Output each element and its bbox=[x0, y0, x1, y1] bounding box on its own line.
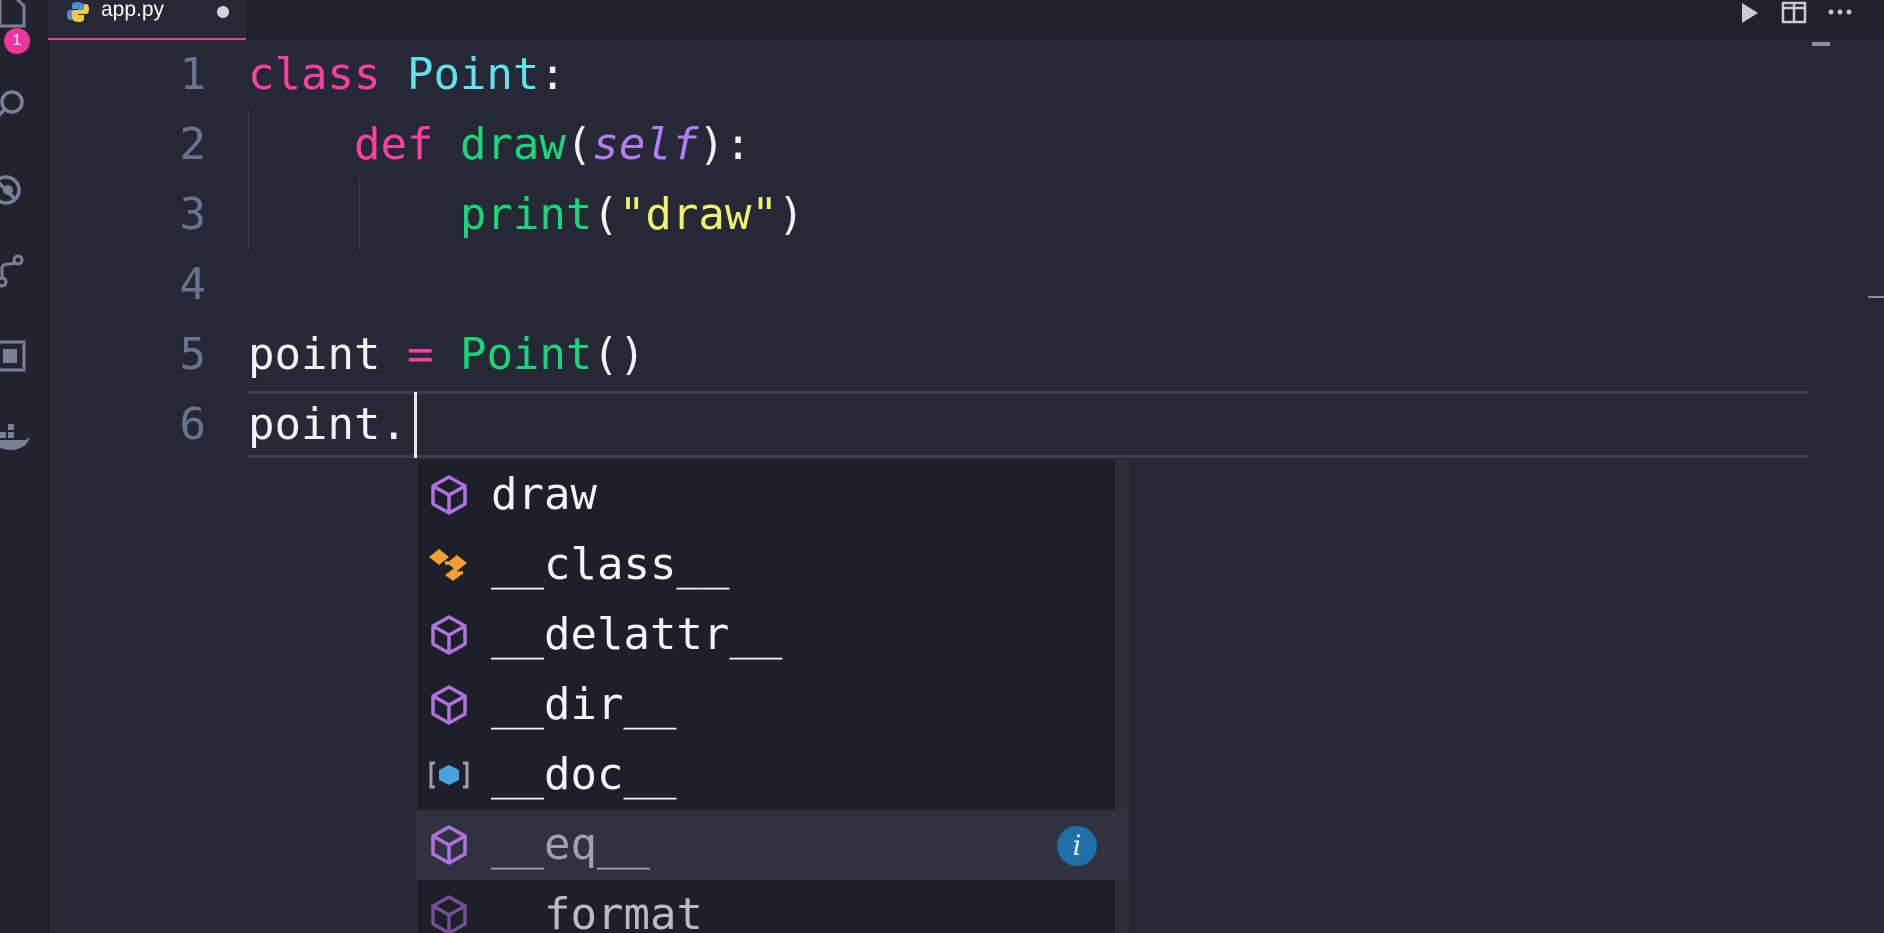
suggestion-item[interactable]: __format__ bbox=[417, 880, 1115, 933]
class-icon bbox=[427, 543, 471, 587]
search-icon[interactable] bbox=[0, 84, 32, 124]
method-icon bbox=[427, 613, 471, 657]
code-token: def bbox=[353, 119, 434, 170]
code-token: draw bbox=[459, 119, 566, 170]
more-icon[interactable] bbox=[1825, 0, 1855, 26]
line-number: 6 bbox=[179, 399, 207, 450]
code-token: ( bbox=[592, 189, 619, 240]
suggestion-label: __doc__ bbox=[491, 749, 677, 800]
debug-icon[interactable] bbox=[0, 170, 28, 210]
suggestion-label: __delattr__ bbox=[491, 609, 783, 660]
line-number: 2 bbox=[179, 119, 207, 170]
code-token: () bbox=[592, 329, 646, 380]
current-line-highlight bbox=[248, 391, 1808, 458]
code-line[interactable]: point. bbox=[248, 390, 407, 460]
line-number: 4 bbox=[179, 259, 207, 310]
variable-icon bbox=[427, 753, 471, 797]
code-token: ) bbox=[777, 189, 805, 240]
suggestion-item[interactable]: __class__ bbox=[417, 530, 1115, 600]
source-control-icon[interactable] bbox=[0, 252, 32, 292]
docker-icon[interactable] bbox=[0, 418, 32, 458]
code-token: class bbox=[248, 49, 381, 100]
suggestion-item[interactable]: __dir__ bbox=[417, 670, 1115, 740]
method-icon bbox=[427, 823, 471, 867]
python-icon bbox=[66, 0, 90, 24]
code-token: point. bbox=[248, 399, 407, 450]
suggestion-item[interactable]: draw bbox=[417, 460, 1115, 530]
unsaved-dot[interactable] bbox=[217, 6, 229, 18]
minimap[interactable] bbox=[1812, 42, 1830, 46]
code-line[interactable]: def draw(self): bbox=[248, 110, 751, 180]
suggestion-label: draw bbox=[491, 469, 597, 520]
autocomplete-list[interactable]: draw __class__ __delattr__ __dir__ __doc… bbox=[416, 460, 1129, 933]
code-token: "draw" bbox=[618, 189, 778, 240]
split-editor-icon[interactable] bbox=[1779, 0, 1809, 26]
run-icon[interactable] bbox=[1734, 0, 1764, 26]
code-token: ): bbox=[698, 119, 752, 170]
suggestion-label: __eq__ bbox=[491, 819, 650, 870]
suggestion-label: __class__ bbox=[491, 539, 730, 590]
code-line[interactable]: print("draw") bbox=[248, 180, 804, 250]
code-token: Point bbox=[459, 329, 593, 380]
code-token: ( bbox=[565, 119, 593, 170]
suggestion-item[interactable]: __doc__ bbox=[417, 740, 1115, 810]
tab-label: app.py bbox=[101, 0, 165, 21]
code-line[interactable]: point = Point() bbox=[248, 320, 645, 390]
line-number: 3 bbox=[179, 189, 207, 240]
suggestion-label: __dir__ bbox=[491, 679, 677, 730]
suggestion-item[interactable]: __delattr__ bbox=[417, 600, 1115, 670]
info-icon[interactable]: i bbox=[1057, 826, 1097, 866]
method-icon bbox=[427, 683, 471, 727]
line-number: 1 bbox=[179, 49, 207, 100]
suggestion-item-selected[interactable]: __eq__ i bbox=[417, 810, 1129, 880]
suggestion-label: __format__ bbox=[491, 889, 756, 933]
line-number: 5 bbox=[179, 329, 207, 380]
code-token: = bbox=[406, 329, 434, 380]
code-token: : bbox=[539, 49, 566, 100]
code-token: point bbox=[248, 329, 407, 380]
overview-ruler-mark bbox=[1868, 296, 1884, 298]
method-icon bbox=[427, 893, 471, 933]
code-token: print bbox=[459, 189, 593, 240]
method-icon bbox=[427, 473, 471, 517]
extensions-icon[interactable] bbox=[0, 336, 30, 376]
text-cursor bbox=[414, 392, 417, 458]
code-token: self bbox=[592, 119, 699, 170]
tab-bar: app.py bbox=[48, 0, 1884, 40]
tab-app-py[interactable]: app.py bbox=[48, 0, 246, 40]
activity-bar: 1 bbox=[0, 0, 49, 933]
code-line[interactable]: class Point: bbox=[248, 40, 566, 110]
code-token: Point bbox=[406, 49, 540, 100]
notification-badge: 1 bbox=[4, 28, 30, 54]
